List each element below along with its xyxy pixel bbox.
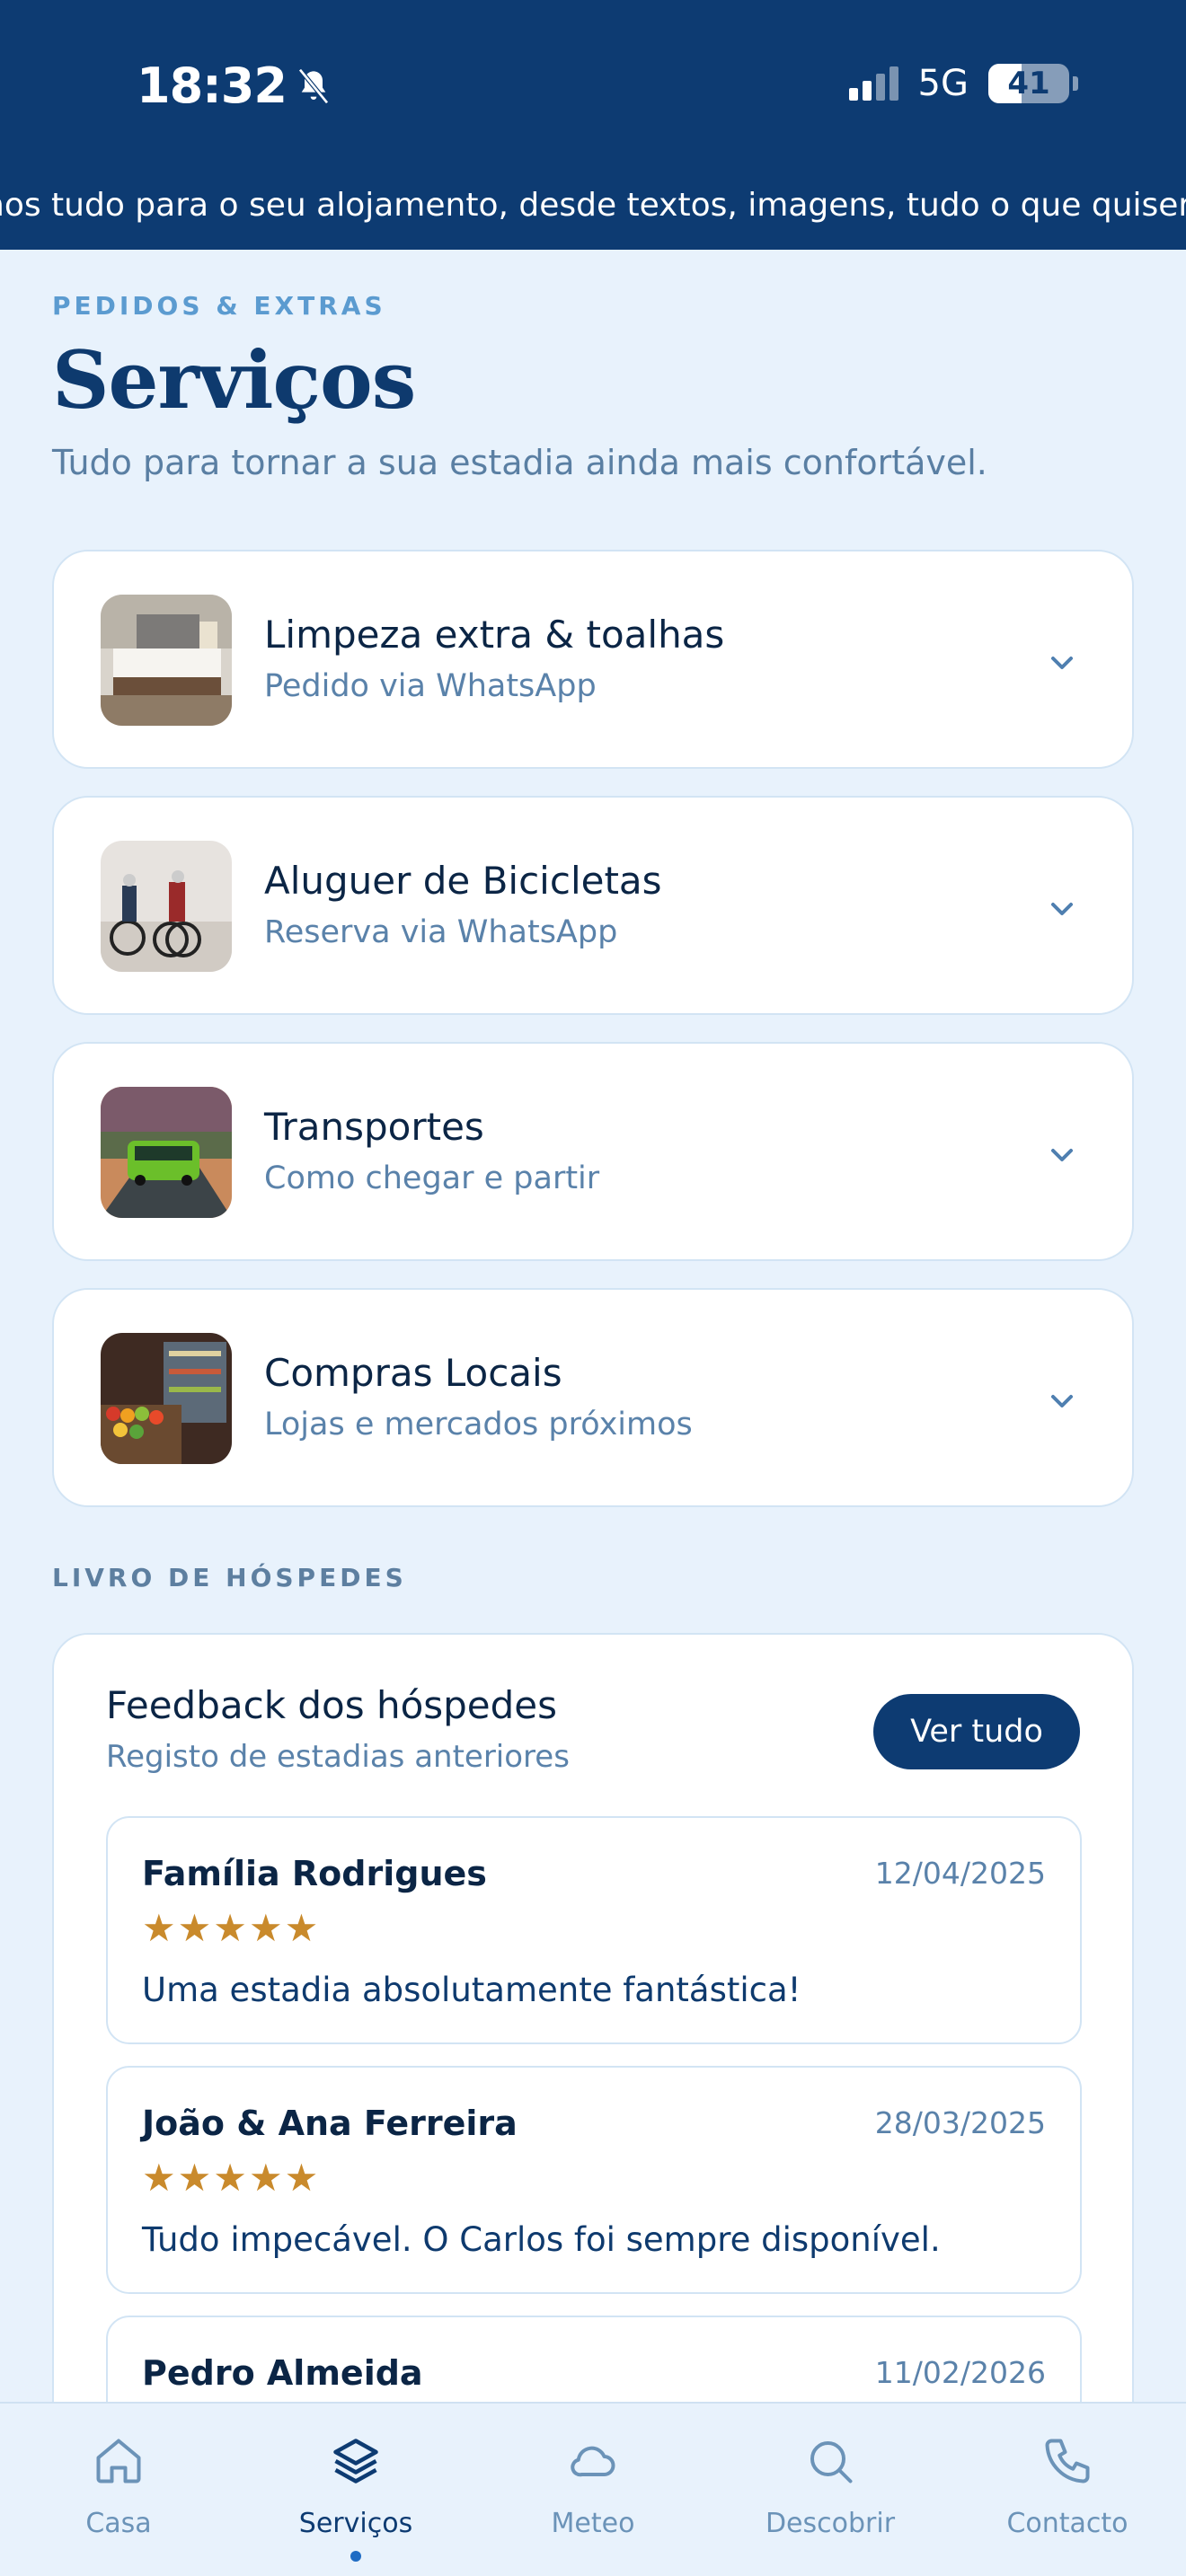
battery-icon: 41 [988,64,1069,103]
page-subtitle: Tudo para tornar a sua estadia ainda mai… [52,443,987,482]
service-card-cleaning[interactable]: Limpeza extra & toalhas Pedido via Whats… [52,550,1134,769]
cyclists-photo [101,841,232,972]
status-time-text: 18:32 [137,57,288,114]
chevron-down-icon[interactable] [1044,891,1080,927]
view-all-button[interactable]: Ver tudo [873,1694,1080,1769]
service-title: Compras Locais [264,1351,562,1395]
search-icon [810,2441,853,2483]
chevron-down-icon[interactable] [1044,645,1080,681]
reviewer-name: Família Rodrigues [142,1854,487,1893]
star-rating: ★★★★★ [142,2156,321,2200]
guestbook-title: Feedback dos hóspedes [106,1683,558,1727]
battery-level: 41 [1007,66,1050,101]
nav-item-contacto[interactable]: Contacto [969,2404,1166,2576]
network-type: 5G [917,63,969,104]
service-subtitle: Lojas e mercados próximos [264,1407,693,1442]
section-eyebrow: PEDIDOS & EXTRAS [52,291,386,321]
service-subtitle: Pedido via WhatsApp [264,668,597,704]
review-card: Família Rodrigues 12/04/2025 ★★★★★ Uma e… [106,1816,1082,2044]
nav-label: Contacto [1006,2508,1128,2539]
review-date: 11/02/2026 [874,2355,1046,2390]
bedroom-photo [101,595,232,726]
service-card-shopping[interactable]: Compras Locais Lojas e mercados próximos [52,1288,1134,1507]
top-header: 18:32 5G 41 nos tudo para o seu alojamen… [0,0,1186,250]
bell-muted-icon [297,67,329,104]
nav-label: Serviços [298,2508,413,2539]
service-card-transport[interactable]: Transportes Como chegar e partir [52,1042,1134,1261]
service-title: Transportes [264,1105,484,1149]
announcement-ticker: nos tudo para o seu alojamento, desde te… [0,187,1186,224]
market-photo [101,1333,232,1464]
cloud-icon [571,2446,615,2477]
chevron-down-icon[interactable] [1044,1137,1080,1173]
active-indicator [350,2551,361,2562]
page-title: Serviços [52,333,416,427]
star-rating: ★★★★★ [142,1906,321,1950]
service-subtitle: Reserva via WhatsApp [264,914,618,950]
review-text: Tudo impecável. O Carlos foi sempre disp… [142,2220,941,2259]
bus-photo [101,1087,232,1218]
signal-icon [848,66,898,101]
home-icon [96,2439,141,2483]
reviewer-name: João & Ana Ferreira [142,2104,518,2143]
phone-icon [1045,2439,1090,2483]
section-label-guestbook: LIVRO DE HÓSPEDES [52,1563,407,1592]
nav-item-meteo[interactable]: Meteo [494,2404,692,2576]
main-content: PEDIDOS & EXTRAS Serviços Tudo para torn… [52,250,1134,2576]
review-date: 28/03/2025 [874,2105,1046,2140]
chevron-down-icon[interactable] [1044,1383,1080,1419]
nav-item-casa[interactable]: Casa [20,2404,217,2576]
nav-label: Descobrir [765,2508,896,2539]
nav-item-descobrir[interactable]: Descobrir [731,2404,929,2576]
review-date: 12/04/2025 [874,1856,1046,1891]
review-text: Uma estadia absolutamente fantástica! [142,1971,801,2009]
bottom-nav: Casa Serviços Meteo Descobrir Contacto [0,2402,1186,2576]
status-right: 5G 41 [848,63,1078,104]
service-title: Aluguer de Bicicletas [264,859,662,903]
service-card-bikes[interactable]: Aluguer de Bicicletas Reserva via WhatsA… [52,796,1134,1015]
layers-icon [333,2439,378,2483]
nav-item-servicos[interactable]: Serviços [257,2404,455,2576]
status-time: 18:32 [137,57,332,114]
service-title: Limpeza extra & toalhas [264,613,725,657]
reviewer-name: Pedro Almeida [142,2353,423,2393]
nav-label: Meteo [551,2508,635,2539]
guestbook-subtitle: Registo de estadias anteriores [106,1739,570,1775]
service-subtitle: Como chegar e partir [264,1160,600,1196]
review-card: João & Ana Ferreira 28/03/2025 ★★★★★ Tud… [106,2066,1082,2294]
nav-label: Casa [85,2508,152,2539]
